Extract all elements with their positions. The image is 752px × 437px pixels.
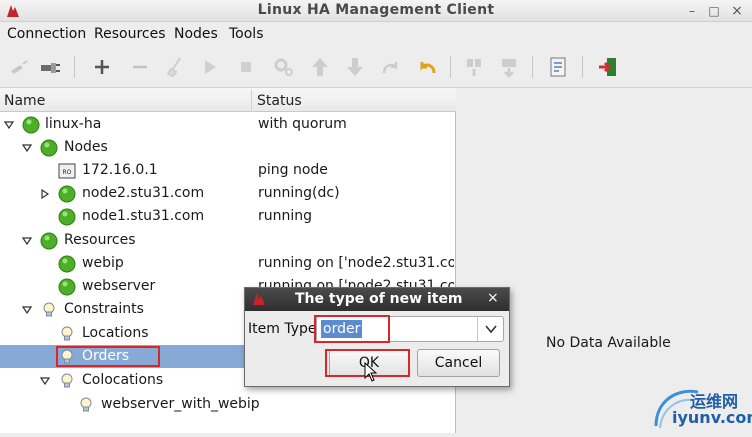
active-icon[interactable] xyxy=(497,55,521,79)
status-ok-icon xyxy=(40,139,58,157)
add-icon[interactable] xyxy=(90,55,114,79)
disconnect-icon[interactable] xyxy=(8,55,32,79)
settings-icon[interactable] xyxy=(272,55,296,79)
tree-label: node2.stu31.com xyxy=(82,185,205,201)
exit-icon[interactable] xyxy=(596,55,620,79)
tree-label: webserver_with_webip xyxy=(101,396,260,412)
tree-label: webip xyxy=(82,255,124,271)
tree-row-webserver-with-webip[interactable]: webserver_with_webip xyxy=(0,393,456,416)
close-window-button[interactable]: × xyxy=(729,3,745,19)
tree-row-webip[interactable]: webip running on ['node2.stu31.com'] xyxy=(0,252,456,275)
tree-label: node1.stu31.com xyxy=(82,208,205,224)
title-bar: Linux HA Management Client – □ × xyxy=(0,0,752,22)
stop-icon[interactable] xyxy=(234,55,258,79)
tree-row-resources[interactable]: Resources xyxy=(0,229,456,252)
tree-label: Colocations xyxy=(82,372,164,388)
connect-icon[interactable] xyxy=(38,55,62,79)
dialog-close-button[interactable]: × xyxy=(487,290,499,306)
tree-status: running on ['node2.stu31.com'] xyxy=(258,255,454,271)
menu-tools[interactable]: Tools xyxy=(229,26,264,42)
annotation-highlight xyxy=(56,346,160,367)
cancel-button[interactable]: Cancel xyxy=(417,349,500,377)
status-ok-icon xyxy=(58,255,76,273)
maximize-button[interactable]: □ xyxy=(706,3,722,19)
ping-node-icon: RO xyxy=(58,162,76,180)
window-title: Linux HA Management Client xyxy=(257,2,495,18)
app-logo-icon xyxy=(251,291,267,307)
tree-row-node1[interactable]: node1.stu31.com running xyxy=(0,205,456,228)
tree-status: running xyxy=(258,208,313,224)
mouse-cursor-icon xyxy=(364,361,378,382)
tree-status: with quorum xyxy=(258,116,347,132)
lightbulb-icon xyxy=(58,372,76,390)
tree-row-linux-ha[interactable]: linux-ha with quorum xyxy=(0,113,456,136)
undo-icon[interactable] xyxy=(416,55,440,79)
toolbar xyxy=(0,46,752,88)
status-ok-icon xyxy=(40,232,58,250)
column-name-header[interactable]: Name xyxy=(4,93,45,109)
tree-status: ping node xyxy=(258,162,328,178)
tree-label: Locations xyxy=(82,325,149,341)
tree-label: 172.16.0.1 xyxy=(82,162,158,178)
minimize-button[interactable]: – xyxy=(684,3,700,19)
tree-status: running(dc) xyxy=(258,185,340,201)
tree-label: linux-ha xyxy=(45,116,102,132)
no-data-message: No Data Available xyxy=(546,335,671,351)
status-ok-icon xyxy=(22,116,40,134)
standby-icon[interactable] xyxy=(462,55,486,79)
tree-label: Resources xyxy=(64,232,136,248)
start-icon[interactable] xyxy=(198,55,222,79)
tree-header: Name Status xyxy=(0,88,456,112)
cleanup-icon[interactable] xyxy=(164,55,188,79)
status-ok-icon xyxy=(58,208,76,226)
remove-icon[interactable] xyxy=(128,55,152,79)
move-up-icon[interactable] xyxy=(308,55,332,79)
expand-toggle-icon[interactable] xyxy=(40,376,50,386)
menu-nodes[interactable]: Nodes xyxy=(174,26,218,42)
watermark-text-en: iyunv.com xyxy=(672,408,752,427)
chevron-down-icon[interactable] xyxy=(477,317,503,341)
expand-toggle-icon[interactable] xyxy=(4,120,14,130)
dialog-title: The type of new item xyxy=(295,291,463,307)
expand-toggle-icon[interactable] xyxy=(22,143,32,153)
tree-row-node2[interactable]: node2.stu31.com running(dc) xyxy=(0,182,456,205)
item-type-label: Item Type xyxy=(248,321,317,337)
column-status-header[interactable]: Status xyxy=(257,93,302,109)
dialog-title-bar: The type of new item × xyxy=(245,288,509,311)
menu-connection[interactable]: Connection xyxy=(7,26,86,42)
status-ok-icon xyxy=(58,278,76,296)
lightbulb-icon xyxy=(58,325,76,343)
tree-label: Nodes xyxy=(64,139,108,155)
lightbulb-icon xyxy=(77,396,95,414)
annotation-highlight xyxy=(314,315,390,343)
tree-row-nodes[interactable]: Nodes xyxy=(0,136,456,159)
expand-toggle-icon[interactable] xyxy=(40,189,50,199)
tree-label: webserver xyxy=(82,278,156,294)
move-down-icon[interactable] xyxy=(343,55,367,79)
status-ok-icon xyxy=(58,185,76,203)
menu-resources[interactable]: Resources xyxy=(94,26,166,42)
svg-text:RO: RO xyxy=(63,169,72,176)
expand-toggle-icon[interactable] xyxy=(22,305,32,315)
tree-label: Constraints xyxy=(64,301,144,317)
expand-toggle-icon[interactable] xyxy=(22,236,32,246)
view-log-icon[interactable] xyxy=(546,55,570,79)
lightbulb-icon xyxy=(40,301,58,319)
menu-bar: Connection Resources Nodes Tools xyxy=(0,22,752,46)
tree-row-ping-node[interactable]: RO 172.16.0.1 ping node xyxy=(0,159,456,182)
redo-icon[interactable] xyxy=(378,55,402,79)
